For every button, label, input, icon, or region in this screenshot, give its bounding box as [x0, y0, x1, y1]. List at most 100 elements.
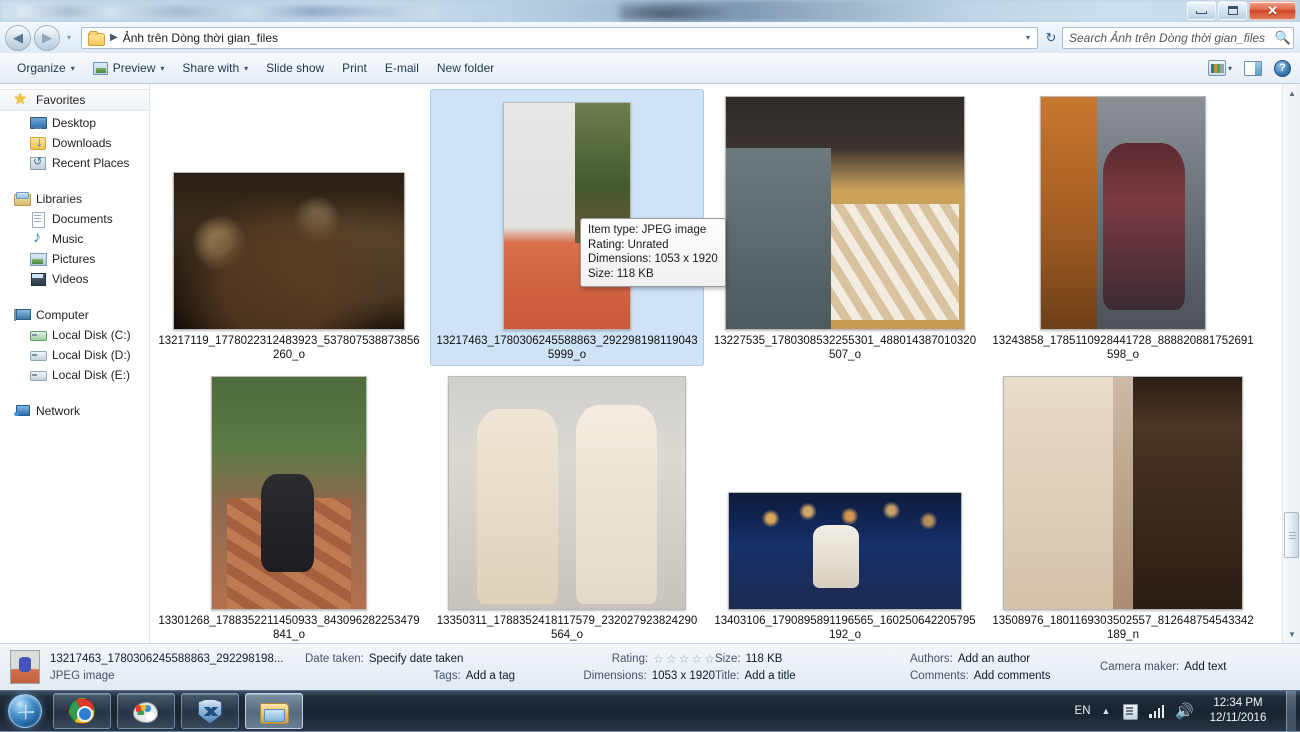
clock-time: 12:34 PM [1213, 696, 1262, 711]
thumbnail[interactable] [154, 92, 424, 330]
network-signal-icon[interactable] [1149, 704, 1164, 718]
chevron-down-icon[interactable]: ▾ [1026, 33, 1030, 42]
minimize-button[interactable] [1187, 1, 1216, 20]
sidebar-item-computer[interactable]: Computer [0, 305, 149, 325]
details-file-name: 13217463_1780306245588863_292298198... [50, 652, 283, 666]
file-item[interactable]: 13301268_1788352211450933_84309628225347… [150, 368, 428, 643]
file-item[interactable]: 13508976_1801169303502557_81264875454334… [984, 368, 1262, 643]
close-button[interactable]: ✕ [1249, 1, 1296, 20]
authors-value[interactable]: Add an author [958, 652, 1030, 666]
sidebar-item-pictures[interactable]: Pictures [0, 249, 149, 269]
sidebar-item-local-disk-d[interactable]: Local Disk (D:) [0, 345, 149, 365]
action-center-icon[interactable] [1121, 703, 1138, 720]
volume-icon[interactable]: 🔊 [1175, 704, 1194, 719]
preview-button[interactable]: Preview ▾ [84, 57, 174, 79]
date-taken-value[interactable]: Specify date taken [369, 652, 464, 666]
star-3[interactable]: ☆ [679, 652, 690, 666]
rating-stars[interactable]: ☆ ☆ ☆ ☆ ☆ [653, 652, 715, 666]
restore-icon [1228, 6, 1238, 15]
new-folder-button[interactable]: New folder [428, 57, 503, 79]
sidebar-label: Music [52, 232, 83, 246]
sidebar-item-local-disk-c[interactable]: Local Disk (C:) [0, 325, 149, 345]
sidebar-item-music[interactable]: Music [0, 229, 149, 249]
scroll-up-button[interactable]: ▲ [1283, 84, 1300, 102]
thumbnail[interactable] [432, 92, 702, 330]
language-indicator[interactable]: EN [1075, 705, 1091, 717]
sidebar-item-network[interactable]: Network [0, 401, 149, 421]
address-bar-row: ◀ ▶ ▾ ▶ Ảnh trên Dòng thời gian_files ▾ … [0, 22, 1300, 53]
taskbar-button-explorer[interactable] [245, 693, 303, 729]
start-button[interactable] [3, 692, 47, 730]
breadcrumb[interactable]: Ảnh trên Dòng thời gian_files [123, 31, 278, 45]
star-1[interactable]: ☆ [653, 652, 664, 666]
address-bar[interactable]: ▶ Ảnh trên Dòng thời gian_files ▾ [81, 27, 1038, 49]
back-button[interactable]: ◀ [5, 25, 31, 51]
thumbnail[interactable] [154, 372, 424, 610]
sidebar-item-desktop[interactable]: Desktop [0, 113, 149, 133]
taskbar-button-chrome[interactable] [53, 693, 111, 729]
change-view-icon[interactable] [1208, 60, 1226, 76]
file-item[interactable]: 13350311_1788352418117579_23202792382429… [428, 368, 706, 643]
recent-locations-button[interactable]: ▾ [62, 33, 76, 42]
videos-icon [30, 271, 46, 287]
vertical-scrollbar[interactable]: ▲ ▼ [1282, 84, 1300, 643]
tooltip-dimensions: Dimensions: 1053 x 1920 [588, 252, 718, 267]
thumbnail[interactable] [432, 372, 702, 610]
scrollbar-thumb[interactable] [1284, 512, 1299, 558]
file-item[interactable]: 13227535_1780308532255301_48801438701032… [706, 88, 984, 368]
taskbar-button-paint[interactable] [117, 693, 175, 729]
search-box[interactable]: 🔍 [1062, 27, 1294, 49]
sidebar-item-recent-places[interactable]: Recent Places [0, 153, 149, 173]
explorer-icon [260, 700, 288, 723]
sidebar-item-videos[interactable]: Videos [0, 269, 149, 289]
thumbnail-row: 13301268_1788352211450933_84309628225347… [150, 368, 1282, 643]
show-desktop-button[interactable] [1286, 691, 1296, 732]
thumbnail[interactable] [710, 372, 980, 610]
scroll-down-button[interactable]: ▼ [1283, 625, 1300, 643]
file-item[interactable]: 13217119_1778022312483923_53780753887385… [150, 88, 428, 368]
title-value[interactable]: Add a title [745, 669, 796, 683]
file-item[interactable]: 13403106_1790895891196565_16025064220579… [706, 368, 984, 643]
photo-preview [725, 96, 965, 330]
date-taken-label: Date taken: [305, 652, 364, 666]
restore-button[interactable] [1218, 1, 1247, 20]
rating-label: Rating: [612, 652, 648, 666]
preview-pane-icon[interactable] [1244, 61, 1262, 76]
sidebar-item-downloads[interactable]: Downloads [0, 133, 149, 153]
details-authors-column: Authors: Add an author Comments: Add com… [910, 652, 1100, 683]
print-button[interactable]: Print [333, 57, 376, 79]
sidebar-item-favorites[interactable]: Favorites [0, 89, 149, 111]
file-list-pane[interactable]: 13217119_1778022312483923_53780753887385… [150, 84, 1300, 643]
star-4[interactable]: ☆ [691, 652, 702, 666]
camera-maker-value[interactable]: Add text [1184, 660, 1226, 674]
thumbnail[interactable] [988, 92, 1258, 330]
forward-button[interactable]: ▶ [34, 25, 60, 51]
thumbnail[interactable] [710, 92, 980, 330]
dimensions-label: Dimensions: [583, 669, 646, 683]
search-input[interactable] [1063, 31, 1273, 45]
chevron-down-icon[interactable]: ▾ [1228, 64, 1232, 73]
slide-show-button[interactable]: Slide show [257, 57, 333, 79]
email-button[interactable]: E-mail [376, 57, 428, 79]
navigation-pane[interactable]: Favorites Desktop Downloads Recent Place… [0, 84, 150, 643]
help-icon[interactable]: ? [1274, 60, 1291, 77]
window-body: Favorites Desktop Downloads Recent Place… [0, 84, 1300, 643]
tags-value[interactable]: Add a tag [466, 669, 515, 683]
share-with-button[interactable]: Share with ▾ [173, 57, 257, 79]
libraries-group: Libraries Documents Music Pictures Video… [0, 189, 149, 289]
comments-value[interactable]: Add comments [974, 669, 1051, 683]
clock[interactable]: 12:34 PM 12/11/2016 [1205, 696, 1271, 726]
sidebar-item-libraries[interactable]: Libraries [0, 189, 149, 209]
star-2[interactable]: ☆ [666, 652, 677, 666]
sidebar-item-documents[interactable]: Documents [0, 209, 149, 229]
refresh-button[interactable]: ↻ [1040, 27, 1062, 49]
title-label: Title: [715, 669, 740, 683]
thumbnail[interactable] [988, 372, 1258, 610]
show-hidden-icons-button[interactable]: ▲ [1102, 706, 1111, 716]
file-item[interactable]: 13243858_1785110928441728_88882088175269… [984, 88, 1262, 368]
taskbar-button-security[interactable] [181, 693, 239, 729]
document-icon [30, 211, 46, 227]
organize-button[interactable]: Organize ▾ [8, 57, 84, 79]
sidebar-item-local-disk-e[interactable]: Local Disk (E:) [0, 365, 149, 385]
star-5[interactable]: ☆ [704, 652, 715, 666]
